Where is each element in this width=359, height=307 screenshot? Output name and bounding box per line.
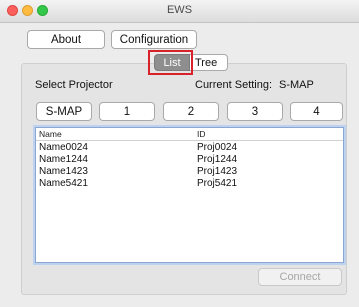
column-header-name[interactable]: Name (39, 129, 62, 139)
projector-button-smap[interactable]: S-MAP (36, 102, 92, 121)
projector-button-1[interactable]: 1 (99, 102, 155, 121)
projector-button-4[interactable]: 4 (290, 102, 343, 121)
title-bar: EWS (0, 0, 359, 23)
table-header: Name ID (36, 128, 343, 141)
list-tab-highlight (148, 50, 193, 75)
projector-table[interactable]: Name ID Name0024 Proj0024 Name1244 Proj1… (35, 127, 344, 263)
projector-button-3[interactable]: 3 (227, 102, 283, 121)
projector-button-2[interactable]: 2 (163, 102, 219, 121)
table-row[interactable]: Name1423 Proj1423 (36, 166, 343, 177)
current-setting-value: S-MAP (279, 79, 314, 91)
row-name: Name1244 (39, 154, 88, 165)
window-title: EWS (166, 4, 193, 16)
about-button[interactable]: About (27, 30, 105, 49)
configuration-button[interactable]: Configuration (111, 30, 197, 49)
connect-button[interactable]: Connect (258, 268, 342, 286)
row-id: Proj1423 (197, 166, 238, 177)
row-name: Name5421 (39, 178, 88, 189)
table-row[interactable]: Name5421 Proj5421 (36, 178, 343, 189)
table-row[interactable]: Name1244 Proj1244 (36, 154, 343, 165)
select-projector-label: Select Projector (35, 79, 113, 91)
row-id: Proj1244 (197, 154, 238, 165)
app-window: EWS About Configuration List Tree Select… (0, 0, 359, 307)
column-header-id[interactable]: ID (197, 129, 206, 139)
row-id: Proj5421 (197, 178, 238, 189)
current-setting-label: Current Setting: (195, 79, 273, 91)
row-name: Name0024 (39, 142, 88, 153)
table-row[interactable]: Name0024 Proj0024 (36, 142, 343, 153)
row-name: Name1423 (39, 166, 88, 177)
tab-tree[interactable]: Tree (190, 54, 228, 71)
row-id: Proj0024 (197, 142, 238, 153)
